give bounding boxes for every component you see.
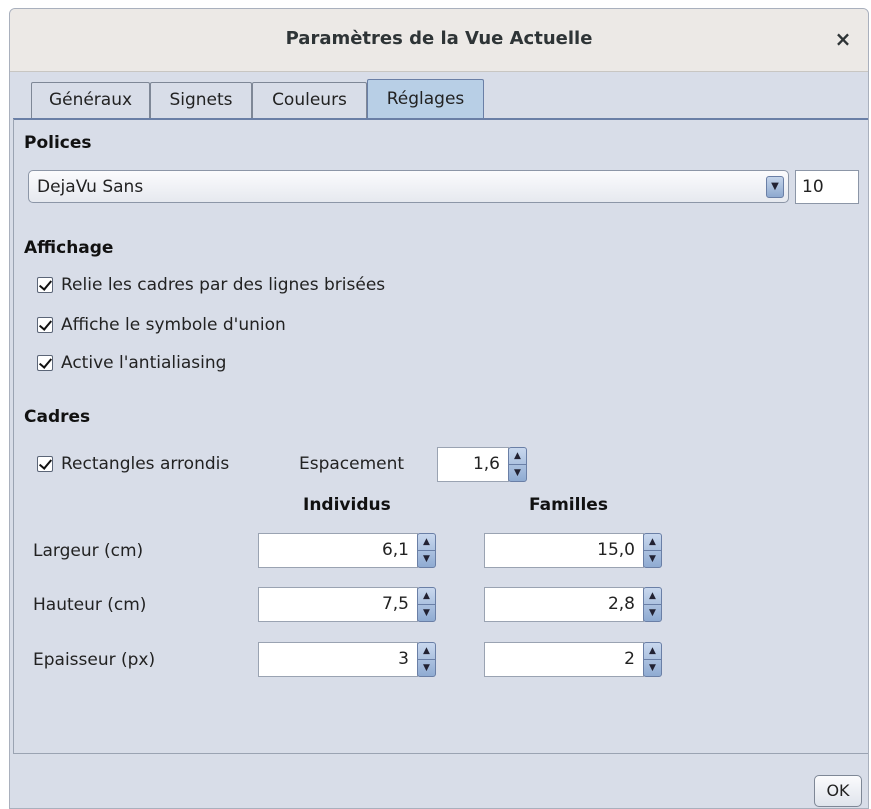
spinner-down-icon[interactable]: ▼ <box>418 660 435 676</box>
spinner-up-icon[interactable]: ▲ <box>644 588 661 605</box>
largeur-familles-input[interactable]: 15,0 <box>484 533 644 568</box>
checkbox-rounded-rectangles[interactable]: Rectangles arrondis <box>37 452 229 476</box>
epaisseur-familles-spinner[interactable]: ▲ ▼ <box>643 642 662 677</box>
panel-bottom-border <box>13 753 868 754</box>
largeur-individus-spinner[interactable]: ▲ ▼ <box>417 533 436 568</box>
tab-reglages[interactable]: Réglages <box>367 79 484 119</box>
dropdown-arrow-icon[interactable]: ▼ <box>766 176 784 198</box>
spinner-down-icon[interactable]: ▼ <box>418 605 435 621</box>
checkbox-checked-icon <box>37 355 53 371</box>
checkbox-antialiasing[interactable]: Active l'antialiasing <box>37 351 226 375</box>
largeur-familles-spinner[interactable]: ▲ ▼ <box>643 533 662 568</box>
spinner-down-icon[interactable]: ▼ <box>644 605 661 621</box>
spinner-down-icon[interactable]: ▼ <box>644 551 661 567</box>
tab-couleurs[interactable]: Couleurs <box>252 82 367 118</box>
epaisseur-familles-input[interactable]: 2 <box>484 642 644 677</box>
checkbox-checked-icon <box>37 317 53 333</box>
row-label-epaisseur: Epaisseur (px) <box>33 650 156 670</box>
hauteur-individus-input[interactable]: 7,5 <box>258 587 418 622</box>
tab-panel-border <box>13 118 868 120</box>
panel-left-border <box>13 119 14 753</box>
checkbox-label: Active l'antialiasing <box>61 353 227 373</box>
checkbox-checked-icon <box>37 277 53 293</box>
section-polices: Polices <box>24 133 92 153</box>
epaisseur-individus-input[interactable]: 3 <box>258 642 418 677</box>
spacing-spinner[interactable]: ▲ ▼ <box>508 447 527 482</box>
ok-button[interactable]: OK <box>814 775 862 807</box>
window-title: Paramètres de la Vue Actuelle <box>285 28 593 49</box>
spinner-up-icon[interactable]: ▲ <box>644 643 661 660</box>
section-affichage: Affichage <box>24 238 114 258</box>
section-cadres: Cadres <box>24 407 91 427</box>
hauteur-familles-spinner[interactable]: ▲ ▼ <box>643 587 662 622</box>
spinner-up-icon[interactable]: ▲ <box>418 643 435 660</box>
column-header-familles: Familles <box>529 495 608 515</box>
spinner-down-icon[interactable]: ▼ <box>418 551 435 567</box>
spinner-up-icon[interactable]: ▲ <box>644 534 661 551</box>
spinner-up-icon[interactable]: ▲ <box>418 534 435 551</box>
font-size-input[interactable]: 10 <box>795 170 859 204</box>
font-family-value: DejaVu Sans <box>37 177 144 197</box>
checkbox-label: Relie les cadres par des lignes brisées <box>61 275 386 295</box>
column-header-individus: Individus <box>303 495 391 515</box>
row-label-hauteur: Hauteur (cm) <box>33 595 147 615</box>
hauteur-familles-input[interactable]: 2,8 <box>484 587 644 622</box>
tab-signets[interactable]: Signets <box>150 82 252 118</box>
font-family-select[interactable]: DejaVu Sans ▼ <box>28 170 789 203</box>
close-icon[interactable]: × <box>830 26 856 52</box>
spacing-label: Espacement <box>299 454 405 474</box>
spinner-down-icon[interactable]: ▼ <box>509 465 526 481</box>
tab-generaux[interactable]: Généraux <box>31 82 150 118</box>
spinner-up-icon[interactable]: ▲ <box>418 588 435 605</box>
spacing-input[interactable]: 1,6 <box>437 447 509 482</box>
checkbox-label: Affiche le symbole d'union <box>61 315 286 335</box>
row-label-largeur: Largeur (cm) <box>33 541 144 561</box>
checkbox-label: Rectangles arrondis <box>61 454 230 474</box>
checkbox-union-symbol[interactable]: Affiche le symbole d'union <box>37 313 286 337</box>
spinner-up-icon[interactable]: ▲ <box>509 448 526 465</box>
checkbox-polylines[interactable]: Relie les cadres par des lignes brisées <box>37 273 385 297</box>
hauteur-individus-spinner[interactable]: ▲ ▼ <box>417 587 436 622</box>
spinner-down-icon[interactable]: ▼ <box>644 660 661 676</box>
largeur-individus-input[interactable]: 6,1 <box>258 533 418 568</box>
epaisseur-individus-spinner[interactable]: ▲ ▼ <box>417 642 436 677</box>
checkbox-checked-icon <box>37 456 53 472</box>
settings-dialog: Paramètres de la Vue Actuelle × Généraux… <box>9 8 869 809</box>
title-bar: Paramètres de la Vue Actuelle × <box>10 9 868 72</box>
